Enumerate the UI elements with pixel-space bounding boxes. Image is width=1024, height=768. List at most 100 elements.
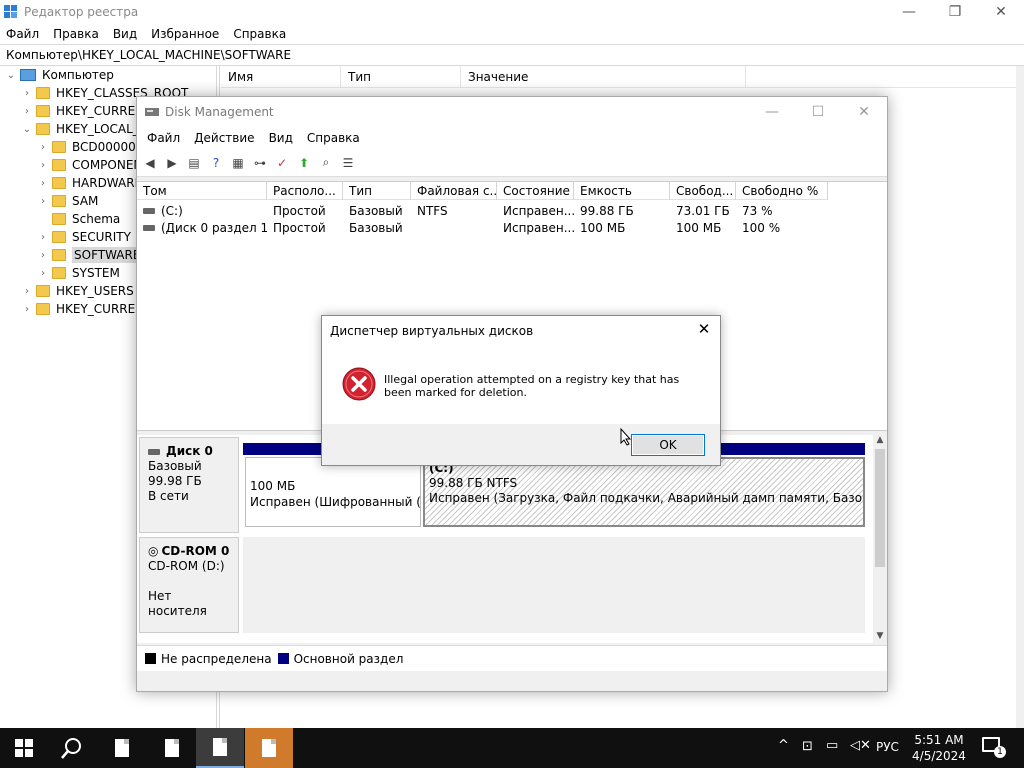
menu-view[interactable]: Вид [113, 27, 137, 41]
tree-item-label: SECURITY [72, 230, 131, 244]
tree-item[interactable]: › BCD0000000 [38, 138, 151, 156]
column-free[interactable]: Свобод... [670, 182, 736, 200]
expand-chevron-icon[interactable]: › [22, 304, 32, 315]
tree-item[interactable]: › HARDWARE [38, 174, 142, 192]
disk-management-title-bar[interactable]: Disk Management — ☐ ✕ [137, 97, 887, 127]
column-volume[interactable]: Том [137, 182, 267, 200]
expand-chevron-icon[interactable]: › [38, 142, 48, 153]
tree-item[interactable]: › SAM [38, 192, 98, 210]
help-icon[interactable]: ? [207, 154, 225, 172]
tree-item[interactable]: › SECURITY [38, 228, 131, 246]
back-icon[interactable]: ◀ [141, 154, 159, 172]
tree-item[interactable]: › HKEY_USERS [22, 282, 134, 300]
minimize-button[interactable]: — [886, 0, 932, 24]
disk-0-info[interactable]: Диск 0 Базовый 99.98 ГБ В сети [139, 437, 239, 533]
registry-title: Редактор реестра [24, 5, 139, 19]
scroll-down-icon[interactable]: ▼ [873, 631, 887, 641]
tree-item[interactable]: › COMPONEN [38, 156, 142, 174]
menu-action[interactable]: Действие [194, 131, 254, 145]
network-icon[interactable]: ▭ [826, 738, 838, 753]
tree-item[interactable]: › SYSTEM [38, 264, 120, 282]
expand-chevron-icon[interactable]: › [22, 106, 32, 117]
close-button[interactable]: ✕ [978, 0, 1024, 24]
tree-item[interactable]: ⌄ Компьютер [6, 66, 114, 84]
volume-list-header: Том Располо... Тип Файловая с... Состоян… [137, 182, 828, 200]
folder-icon [52, 141, 66, 153]
column-name[interactable]: Имя [221, 65, 341, 88]
menu-edit[interactable]: Правка [53, 27, 99, 41]
volume-row[interactable]: (Диск 0 раздел 1) Простой Базовый Исправ… [137, 219, 828, 236]
error-icon [342, 367, 376, 401]
collapse-chevron-icon[interactable]: ⌄ [6, 70, 16, 81]
properties-icon[interactable]: ▦ [229, 154, 247, 172]
menu-file[interactable]: Файл [6, 27, 39, 41]
tree-item-label: SAM [72, 194, 99, 208]
clock[interactable]: 5:51 AM 4/5/2024 [908, 732, 970, 764]
check-icon[interactable]: ✓ [273, 154, 291, 172]
registry-menu-bar: Файл Правка Вид Избранное Справка [0, 24, 1024, 44]
search-icon[interactable]: ⌕ [317, 154, 335, 172]
expand-chevron-icon[interactable]: › [22, 88, 32, 99]
column-layout[interactable]: Располо... [267, 182, 343, 200]
search-button[interactable] [48, 728, 96, 768]
list-icon[interactable]: ☰ [339, 154, 357, 172]
expand-chevron-icon[interactable]: › [38, 160, 48, 171]
column-value[interactable]: Значение [461, 65, 746, 88]
expand-chevron-icon[interactable]: › [38, 250, 48, 261]
expand-chevron-icon[interactable]: › [38, 178, 48, 189]
expand-chevron-icon[interactable]: › [38, 232, 48, 243]
column-status[interactable]: Состояние [497, 182, 574, 200]
cdrom-0-info[interactable]: ◎ CD-ROM 0 CD-ROM (D:) Нет носителя [139, 537, 239, 633]
minimize-button[interactable]: — [749, 100, 795, 124]
ok-button[interactable]: OK [631, 434, 705, 456]
registry-scrollbar[interactable] [1016, 66, 1024, 728]
taskbar-app-4[interactable] [245, 728, 293, 768]
menu-file[interactable]: Файл [147, 131, 180, 145]
tree-item[interactable]: ⌄ HKEY_LOCAL_ [22, 120, 139, 138]
collapse-chevron-icon[interactable]: ⌄ [22, 124, 32, 135]
registry-title-bar[interactable]: Редактор реестра — ❐ ✕ [0, 0, 1024, 24]
tree-item[interactable]: › HKEY_CURREN [22, 102, 144, 120]
notification-button[interactable]: 1 [982, 737, 1006, 759]
maximize-button[interactable]: ☐ [795, 100, 841, 124]
console-tree-icon[interactable]: ▤ [185, 154, 203, 172]
maximize-button[interactable]: ❐ [932, 0, 978, 24]
taskbar-app-2[interactable] [148, 728, 196, 768]
volume-muted-icon[interactable]: ◁✕ [850, 738, 871, 753]
graphical-view-scrollbar[interactable]: ▲ ▼ [873, 435, 887, 643]
action-center-small-icon[interactable]: ⊡ [802, 739, 813, 754]
scroll-thumb[interactable] [875, 449, 885, 567]
menu-favorites[interactable]: Избранное [151, 27, 219, 41]
tree-item[interactable]: › HKEY_CURREN [22, 300, 144, 318]
disk-connect-icon[interactable]: ⊶ [251, 154, 269, 172]
taskbar-app-1[interactable] [98, 728, 146, 768]
close-button[interactable]: ✕ [841, 100, 887, 124]
partition-c[interactable]: (C:) 99.88 ГБ NTFS Исправен (Загрузка, Ф… [423, 457, 865, 527]
taskbar-app-3[interactable] [196, 728, 244, 768]
start-button[interactable] [0, 728, 48, 768]
address-bar[interactable]: Компьютер\HKEY_LOCAL_MACHINE\SOFTWARE [0, 44, 1024, 66]
menu-help[interactable]: Справка [233, 27, 286, 41]
tray-chevron-icon[interactable]: ^ [778, 738, 789, 753]
column-type[interactable]: Тип [341, 65, 461, 88]
expand-chevron-icon[interactable]: › [38, 268, 48, 279]
forward-icon[interactable]: ▶ [163, 154, 181, 172]
expand-chevron-icon[interactable]: › [22, 286, 32, 297]
up-icon[interactable]: ⬆ [295, 154, 313, 172]
column-capacity[interactable]: Емкость [574, 182, 670, 200]
tree-item[interactable]: › SOFTWARE [38, 246, 143, 264]
menu-view[interactable]: Вид [269, 131, 293, 145]
folder-icon [36, 285, 50, 297]
expand-chevron-icon[interactable]: › [38, 196, 48, 207]
partition-efi[interactable]: 100 МБ Исправен (Шифрованный (EF [245, 457, 421, 527]
volume-row[interactable]: (C:) Простой Базовый NTFS Исправен... 99… [137, 202, 828, 219]
scroll-up-icon[interactable]: ▲ [873, 435, 887, 445]
column-free-percent[interactable]: Свободно % [736, 182, 828, 200]
language-indicator[interactable]: РУС [876, 740, 899, 754]
menu-help[interactable]: Справка [307, 131, 360, 145]
column-type[interactable]: Тип [343, 182, 411, 200]
column-filesystem[interactable]: Файловая с... [411, 182, 497, 200]
drive-icon [143, 208, 155, 214]
tree-item[interactable]: Schema [38, 210, 120, 228]
dialog-close-button[interactable]: ✕ [694, 320, 714, 340]
